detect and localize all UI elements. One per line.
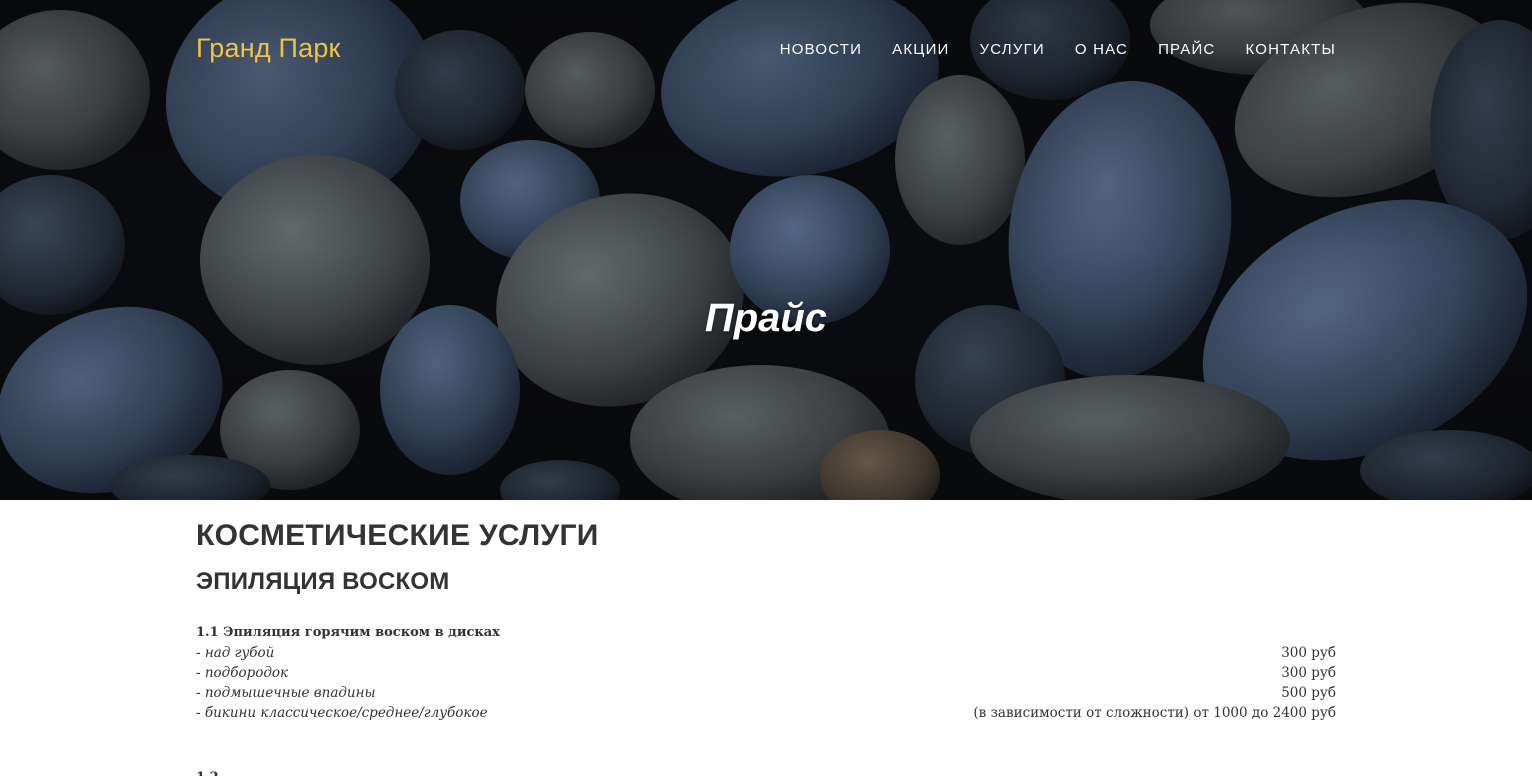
price-group: 1.1 Эпиляция горячим воском в дисках - н… (196, 623, 1336, 723)
service-price: 300 руб (1281, 645, 1336, 661)
price-row: - бикини классическое/среднее/глубокое (… (196, 703, 1336, 723)
price-row: - подмышечные впадины 500 руб (196, 683, 1336, 703)
next-price-group-title: 1.2 (196, 768, 219, 776)
price-group-title: 1.1 Эпиляция горячим воском в дисках (196, 625, 500, 640)
service-price: (в зависимости от сложности) от 1000 до … (973, 705, 1336, 721)
price-row: - над губой 300 руб (196, 643, 1336, 663)
service-name: - подбородок (196, 665, 289, 681)
section-title: КОСМЕТИЧЕСКИЕ УСЛУГИ (196, 519, 599, 552)
hero-banner: Гранд Парк НОВОСТИ АКЦИИ УСЛУГИ О НАС ПР… (0, 0, 1532, 500)
service-price: 300 руб (1281, 665, 1336, 681)
service-name: - подмышечные впадины (196, 685, 376, 701)
subsection-title: ЭПИЛЯЦИЯ ВОСКОМ (196, 568, 450, 595)
price-list: КОСМЕТИЧЕСКИЕ УСЛУГИ ЭПИЛЯЦИЯ ВОСКОМ 1.1… (196, 500, 1336, 723)
nav-item-news[interactable]: НОВОСТИ (780, 40, 862, 60)
nav-item-contacts[interactable]: КОНТАКТЫ (1245, 40, 1336, 60)
page-title: Прайс (704, 296, 828, 340)
service-price: 500 руб (1281, 685, 1336, 701)
nav-item-about[interactable]: О НАС (1075, 40, 1128, 60)
nav-item-promotions[interactable]: АКЦИИ (892, 40, 949, 60)
service-name: - над губой (196, 645, 275, 661)
price-row: - подбородок 300 руб (196, 663, 1336, 683)
nav-item-prices[interactable]: ПРАЙС (1158, 40, 1215, 60)
nav-item-services[interactable]: УСЛУГИ (980, 40, 1045, 60)
brand-logo-link[interactable]: Гранд Парк (196, 33, 341, 64)
main-nav: НОВОСТИ АКЦИИ УСЛУГИ О НАС ПРАЙС КОНТАКТ… (750, 40, 1336, 60)
service-name: - бикини классическое/среднее/глубокое (196, 705, 488, 721)
stones-background-image (0, 0, 1532, 500)
